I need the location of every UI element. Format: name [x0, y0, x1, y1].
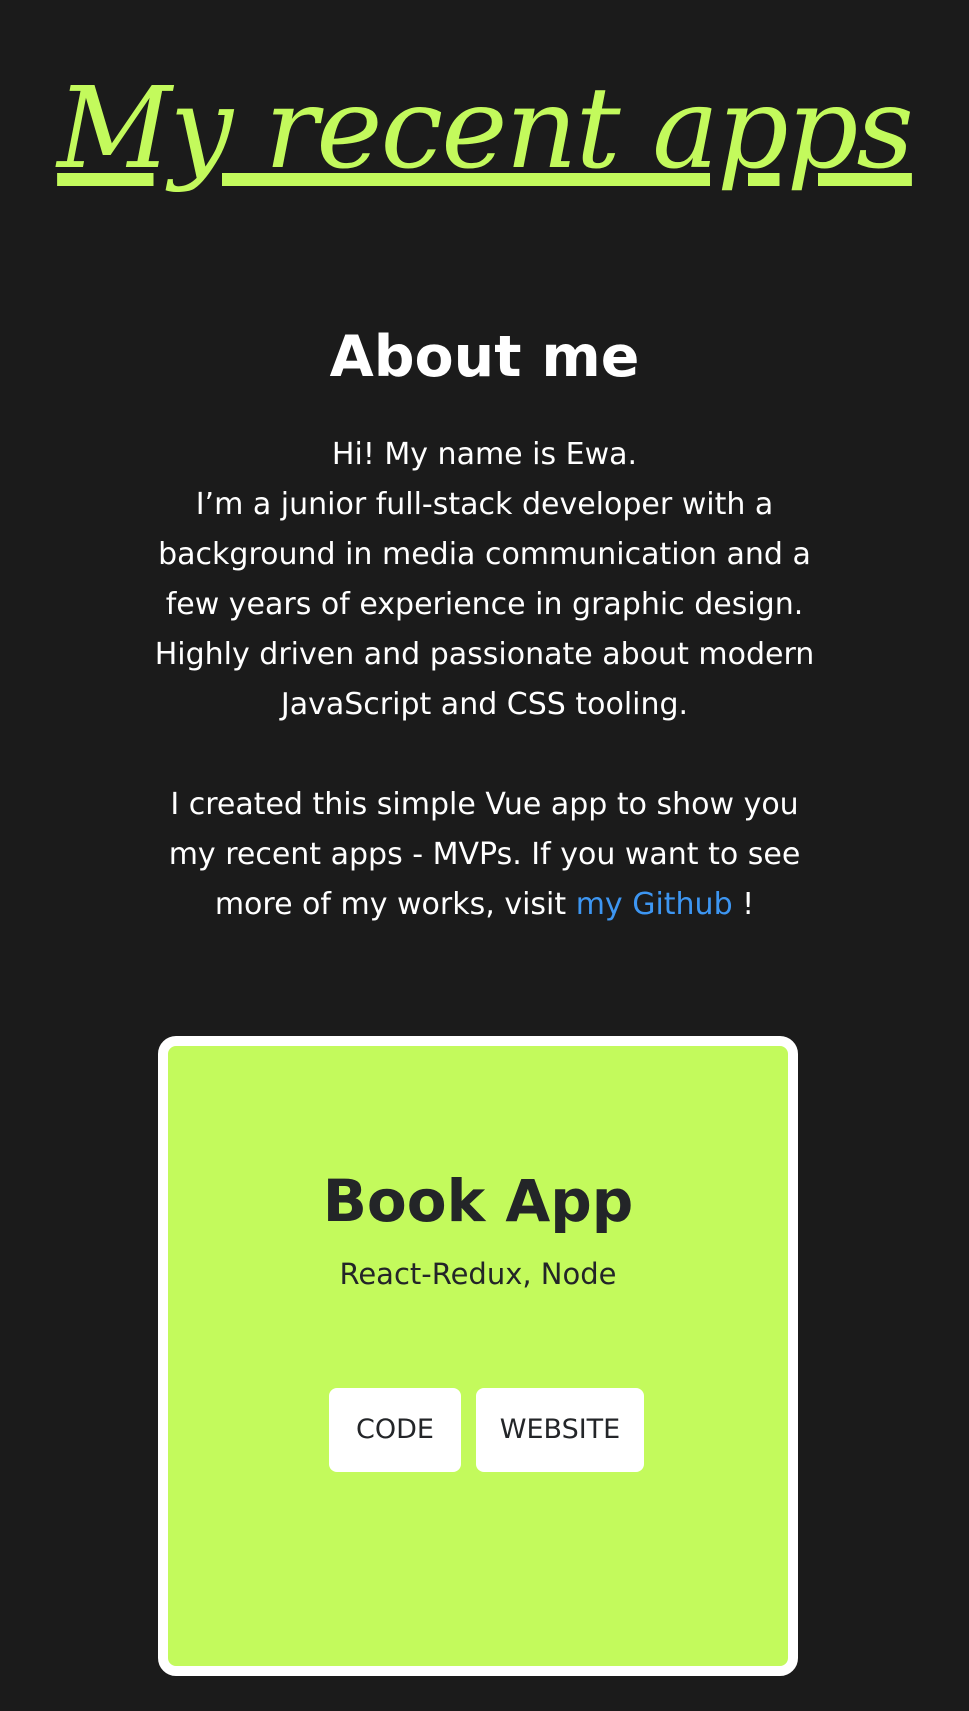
about-heading: About me [329, 324, 640, 390]
about-line: Hi! My name is Ewa. [331, 437, 638, 472]
about-line-suffix: ! [732, 887, 755, 922]
app-card-book-app: Book App React-Redux, Node CODE WEBSITE [158, 1036, 798, 1676]
about-line: my recent apps - MVPs. If you want to se… [168, 837, 801, 872]
github-link[interactable]: my Github [576, 887, 733, 922]
about-line: I created this simple Vue app to show yo… [170, 787, 799, 822]
site-title: My recent apps [57, 64, 914, 194]
about-line-prefix: more of my works, visit [214, 887, 576, 922]
about-line: few years of experience in graphic desig… [165, 587, 804, 622]
about-line: Highly driven and passionate about moder… [154, 637, 815, 672]
about-line: I’m a junior full-stack developer with a [195, 487, 774, 522]
about-text: Hi! My name is Ewa. I’m a junior full-st… [130, 430, 839, 930]
website-button[interactable]: WEBSITE [476, 1388, 644, 1472]
about-line: background in media communication and a [158, 537, 811, 572]
about-line: JavaScript and CSS tooling. [280, 687, 689, 722]
app-tech-stack: React-Redux, Node [339, 1257, 617, 1291]
about-line-with-link: more of my works, visit my Github ! [130, 880, 839, 930]
app-title: Book App [322, 1167, 634, 1235]
code-button[interactable]: CODE [329, 1388, 461, 1472]
